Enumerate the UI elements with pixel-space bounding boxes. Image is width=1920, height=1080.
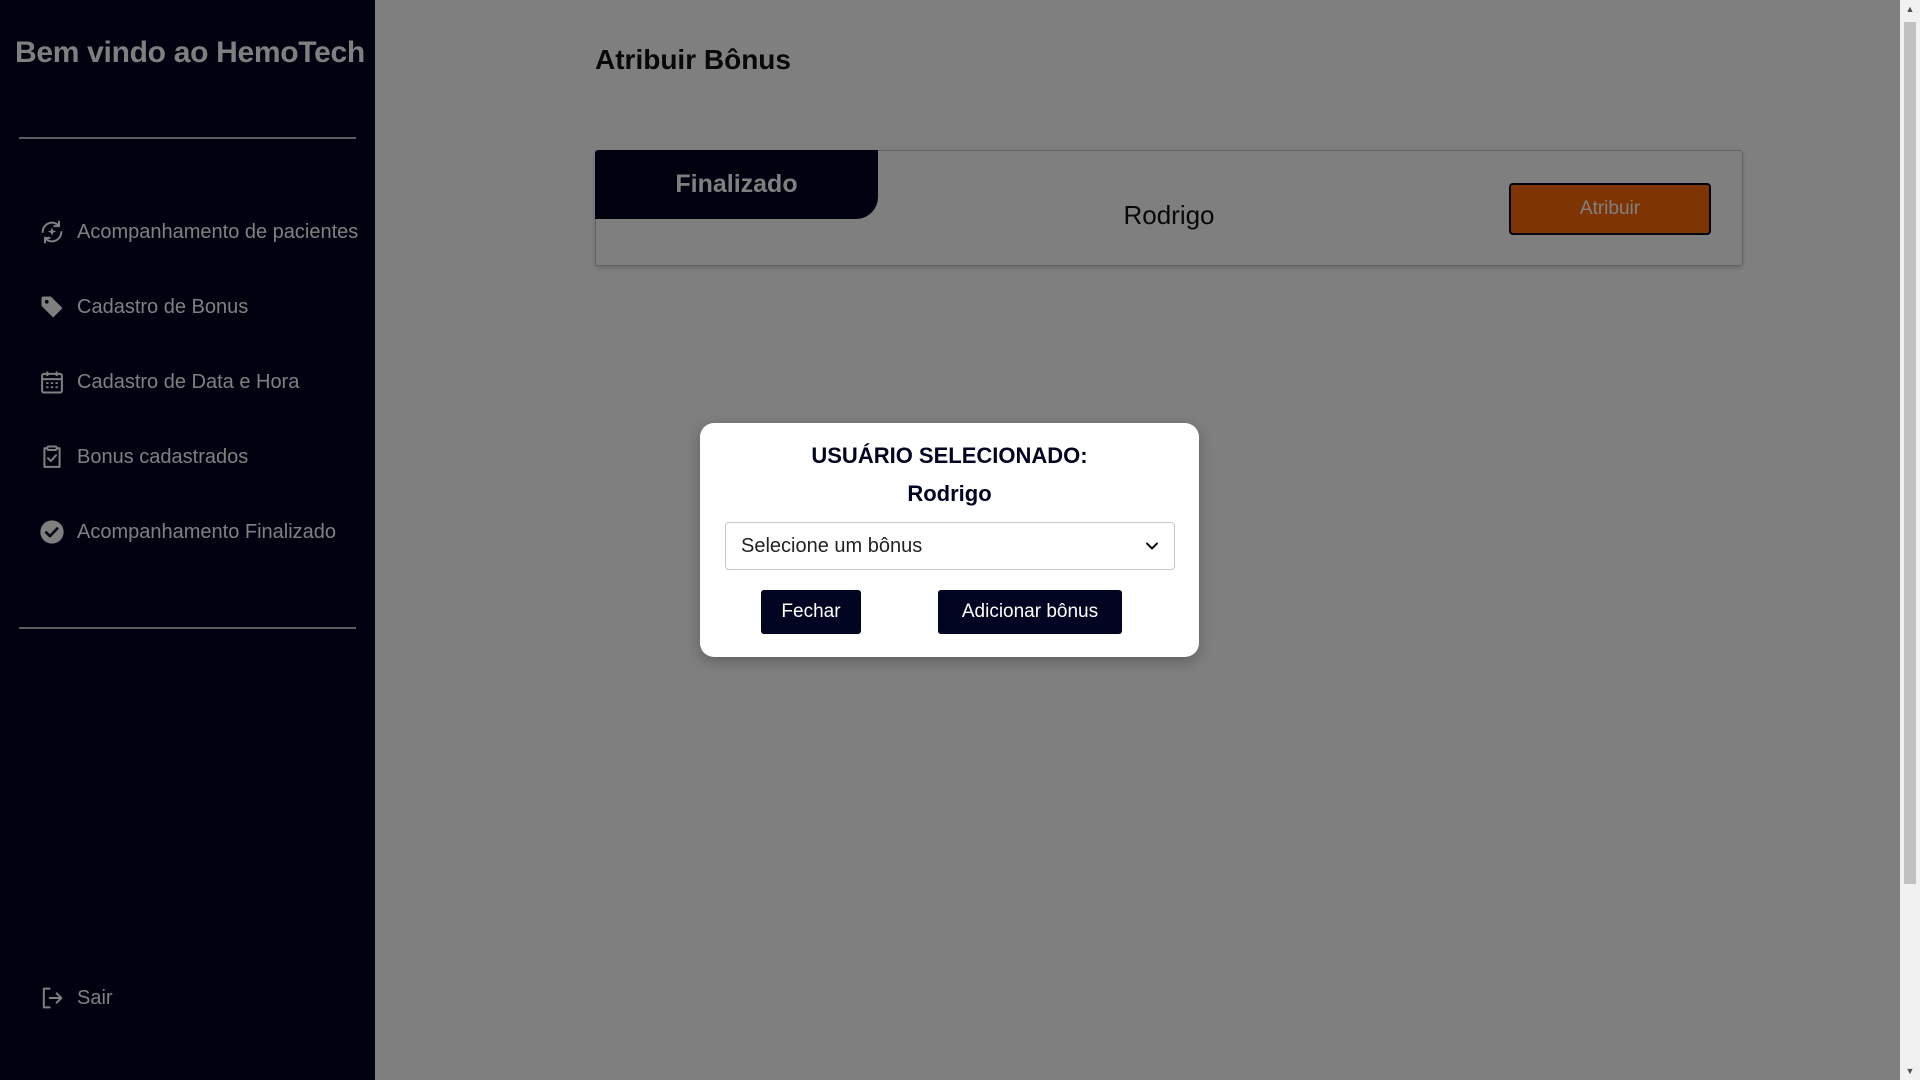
chevron-down-icon bbox=[1146, 542, 1158, 550]
assign-bonus-modal: USUÁRIO SELECIONADO: Rodrigo Selecione u… bbox=[700, 423, 1199, 657]
scrollbar[interactable]: ▲ ▼ bbox=[1900, 0, 1920, 1080]
scroll-down-icon[interactable]: ▼ bbox=[1900, 1062, 1920, 1080]
selected-user-name: Rodrigo bbox=[907, 481, 992, 506]
modal-title: USUÁRIO SELECIONADO: bbox=[811, 443, 1088, 468]
scroll-thumb[interactable] bbox=[1904, 22, 1916, 884]
bonus-select[interactable]: Selecione um bônus bbox=[725, 522, 1175, 570]
close-button[interactable]: Fechar bbox=[761, 590, 861, 634]
add-bonus-button[interactable]: Adicionar bônus bbox=[938, 590, 1122, 634]
scroll-up-icon[interactable]: ▲ bbox=[1900, 0, 1920, 18]
bonus-select-value: Selecione um bônus bbox=[741, 534, 923, 557]
